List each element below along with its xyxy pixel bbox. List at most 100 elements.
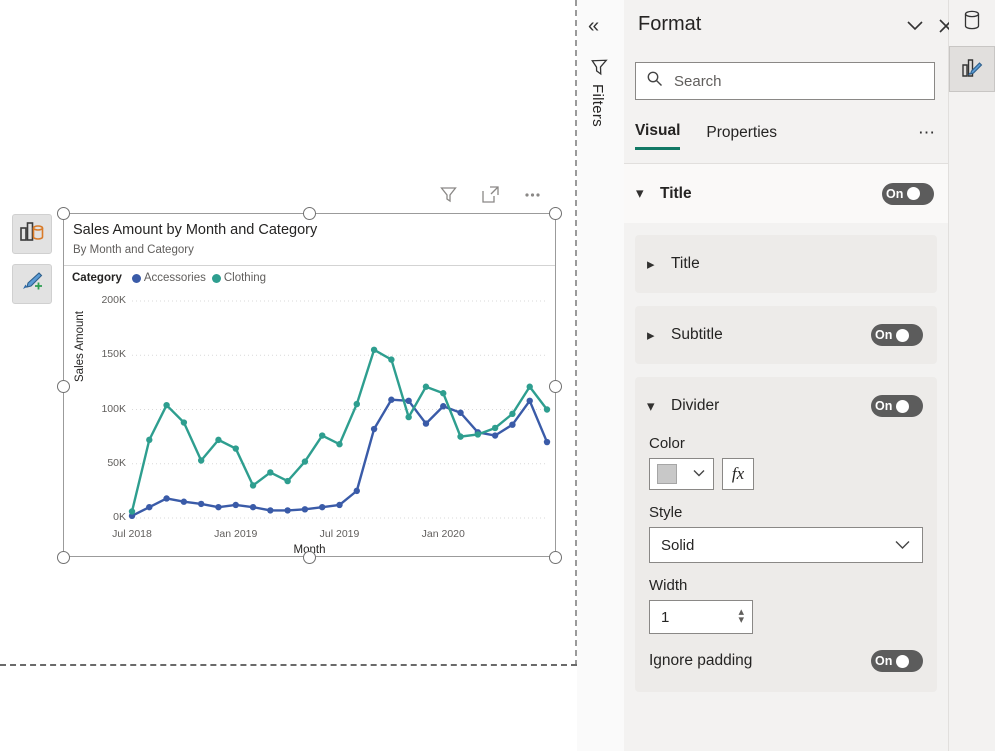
data-point[interactable] [301, 458, 309, 465]
chevron-double-left-icon[interactable]: « [588, 16, 599, 36]
format-group-title-label: Title [660, 184, 692, 202]
data-point[interactable] [491, 424, 499, 432]
data-point[interactable] [388, 356, 395, 363]
resize-handle-se[interactable] [549, 551, 562, 564]
data-point[interactable] [457, 409, 464, 416]
data-point[interactable] [197, 500, 205, 508]
data-point[interactable] [284, 507, 291, 514]
data-point[interactable] [405, 413, 412, 421]
data-point[interactable] [319, 432, 326, 439]
data-point[interactable] [422, 383, 430, 390]
chevron-right-icon: ▸ [647, 326, 655, 344]
data-point[interactable] [440, 403, 447, 410]
chevron-down-icon [894, 537, 911, 554]
data-point[interactable] [232, 445, 239, 452]
data-point[interactable] [249, 482, 257, 489]
format-group-title[interactable]: ▾ Title On [624, 164, 948, 223]
resize-handle-w[interactable] [57, 380, 70, 393]
more-options-icon[interactable] [521, 183, 543, 205]
data-point[interactable] [284, 477, 291, 485]
data-point[interactable] [249, 503, 257, 511]
resize-handle-sw[interactable] [57, 551, 70, 564]
stepper-arrows[interactable]: ▴ ▾ [738, 607, 744, 626]
data-point[interactable] [163, 495, 170, 502]
data-point[interactable] [526, 397, 533, 405]
data-point[interactable] [474, 431, 482, 438]
data-point[interactable] [180, 498, 188, 505]
data-pane-button[interactable] [949, 0, 995, 46]
filter-icon[interactable] [437, 183, 459, 205]
data-point[interactable] [353, 487, 360, 495]
format-card-title[interactable]: ▸ Title [635, 235, 937, 293]
data-point[interactable] [301, 506, 309, 513]
data-point[interactable] [319, 503, 326, 511]
data-point[interactable] [267, 507, 274, 514]
data-point[interactable] [336, 441, 343, 448]
divider-style-select[interactable]: Solid [649, 527, 923, 563]
tab-properties[interactable]: Properties [706, 124, 777, 149]
format-card-subtitle-header[interactable]: ▸ Subtitle On [635, 306, 937, 364]
toggle-knob [896, 654, 910, 668]
tab-visual[interactable]: Visual [635, 122, 681, 150]
format-card-title-header[interactable]: ▸ Title [635, 235, 937, 293]
title-group-toggle[interactable]: On [882, 182, 934, 205]
data-point[interactable] [388, 396, 395, 403]
data-point[interactable] [370, 425, 378, 433]
format-pane-button[interactable] [949, 46, 995, 92]
data-point[interactable] [440, 390, 447, 397]
format-sections-scroll[interactable]: ▾ Title On ▸ Title ▸ Subtitle On ▾ Divid… [624, 164, 948, 751]
divider-color-fx-button[interactable]: fx [722, 458, 754, 490]
data-point[interactable] [543, 406, 551, 413]
data-point[interactable] [543, 438, 551, 446]
format-card-divider[interactable]: ▾ Divider On Color fx Style Solid Width … [635, 377, 937, 692]
add-visual-brush-button[interactable] [12, 264, 52, 304]
resize-handle-ne[interactable] [549, 207, 562, 220]
data-point[interactable] [215, 503, 222, 511]
resize-handle-s[interactable] [303, 551, 316, 564]
data-point[interactable] [370, 346, 378, 354]
format-card-subtitle-label: Subtitle [671, 326, 723, 343]
line-chart-visual[interactable]: Sales Amount by Month and Category By Mo… [63, 213, 556, 557]
data-point[interactable] [526, 383, 533, 390]
data-point[interactable] [491, 432, 499, 439]
data-point[interactable] [128, 508, 136, 515]
ignore-padding-toggle[interactable]: On [871, 650, 923, 672]
subtitle-toggle[interactable]: On [871, 324, 923, 346]
divider-toggle[interactable]: On [871, 395, 923, 417]
data-point[interactable] [146, 436, 153, 444]
format-search-input[interactable] [672, 71, 916, 91]
chevron-right-icon: ▸ [647, 255, 655, 273]
filters-pane-collapsed[interactable]: « Filters [577, 0, 625, 751]
chart-svg [128, 300, 551, 520]
divider-width-stepper[interactable]: 1 ▴ ▾ [649, 600, 753, 634]
chevron-down-icon: ▾ [636, 185, 644, 202]
data-point[interactable] [509, 410, 516, 418]
data-point[interactable] [180, 419, 188, 426]
data-point[interactable] [405, 397, 412, 405]
resize-handle-n[interactable] [303, 207, 316, 220]
format-search-box[interactable] [635, 62, 935, 100]
data-point[interactable] [163, 401, 170, 409]
data-point[interactable] [197, 457, 205, 464]
resize-handle-nw[interactable] [57, 207, 70, 220]
data-point[interactable] [353, 400, 360, 408]
format-card-subtitle[interactable]: ▸ Subtitle On [635, 306, 937, 364]
data-point[interactable] [146, 503, 153, 511]
data-point[interactable] [336, 501, 343, 509]
divider-color-picker[interactable] [649, 458, 714, 490]
data-visual-switch-button[interactable] [12, 214, 52, 254]
data-point[interactable] [215, 436, 222, 444]
format-card-divider-header[interactable]: ▾ Divider On [635, 377, 937, 435]
format-tabs-more-icon[interactable]: ⋯ [918, 123, 937, 150]
resize-handle-e[interactable] [549, 380, 562, 393]
chevron-down-icon[interactable]: ▾ [738, 615, 744, 626]
filter-funnel-icon[interactable] [591, 58, 610, 82]
data-point[interactable] [509, 421, 516, 428]
report-canvas[interactable]: Sales Amount by Month and Category By Mo… [0, 0, 577, 751]
data-point[interactable] [422, 420, 430, 427]
data-point[interactable] [232, 501, 239, 509]
chevron-down-icon[interactable] [904, 17, 926, 40]
data-point[interactable] [457, 433, 464, 440]
focus-mode-icon[interactable] [479, 183, 501, 205]
data-point[interactable] [267, 469, 274, 476]
